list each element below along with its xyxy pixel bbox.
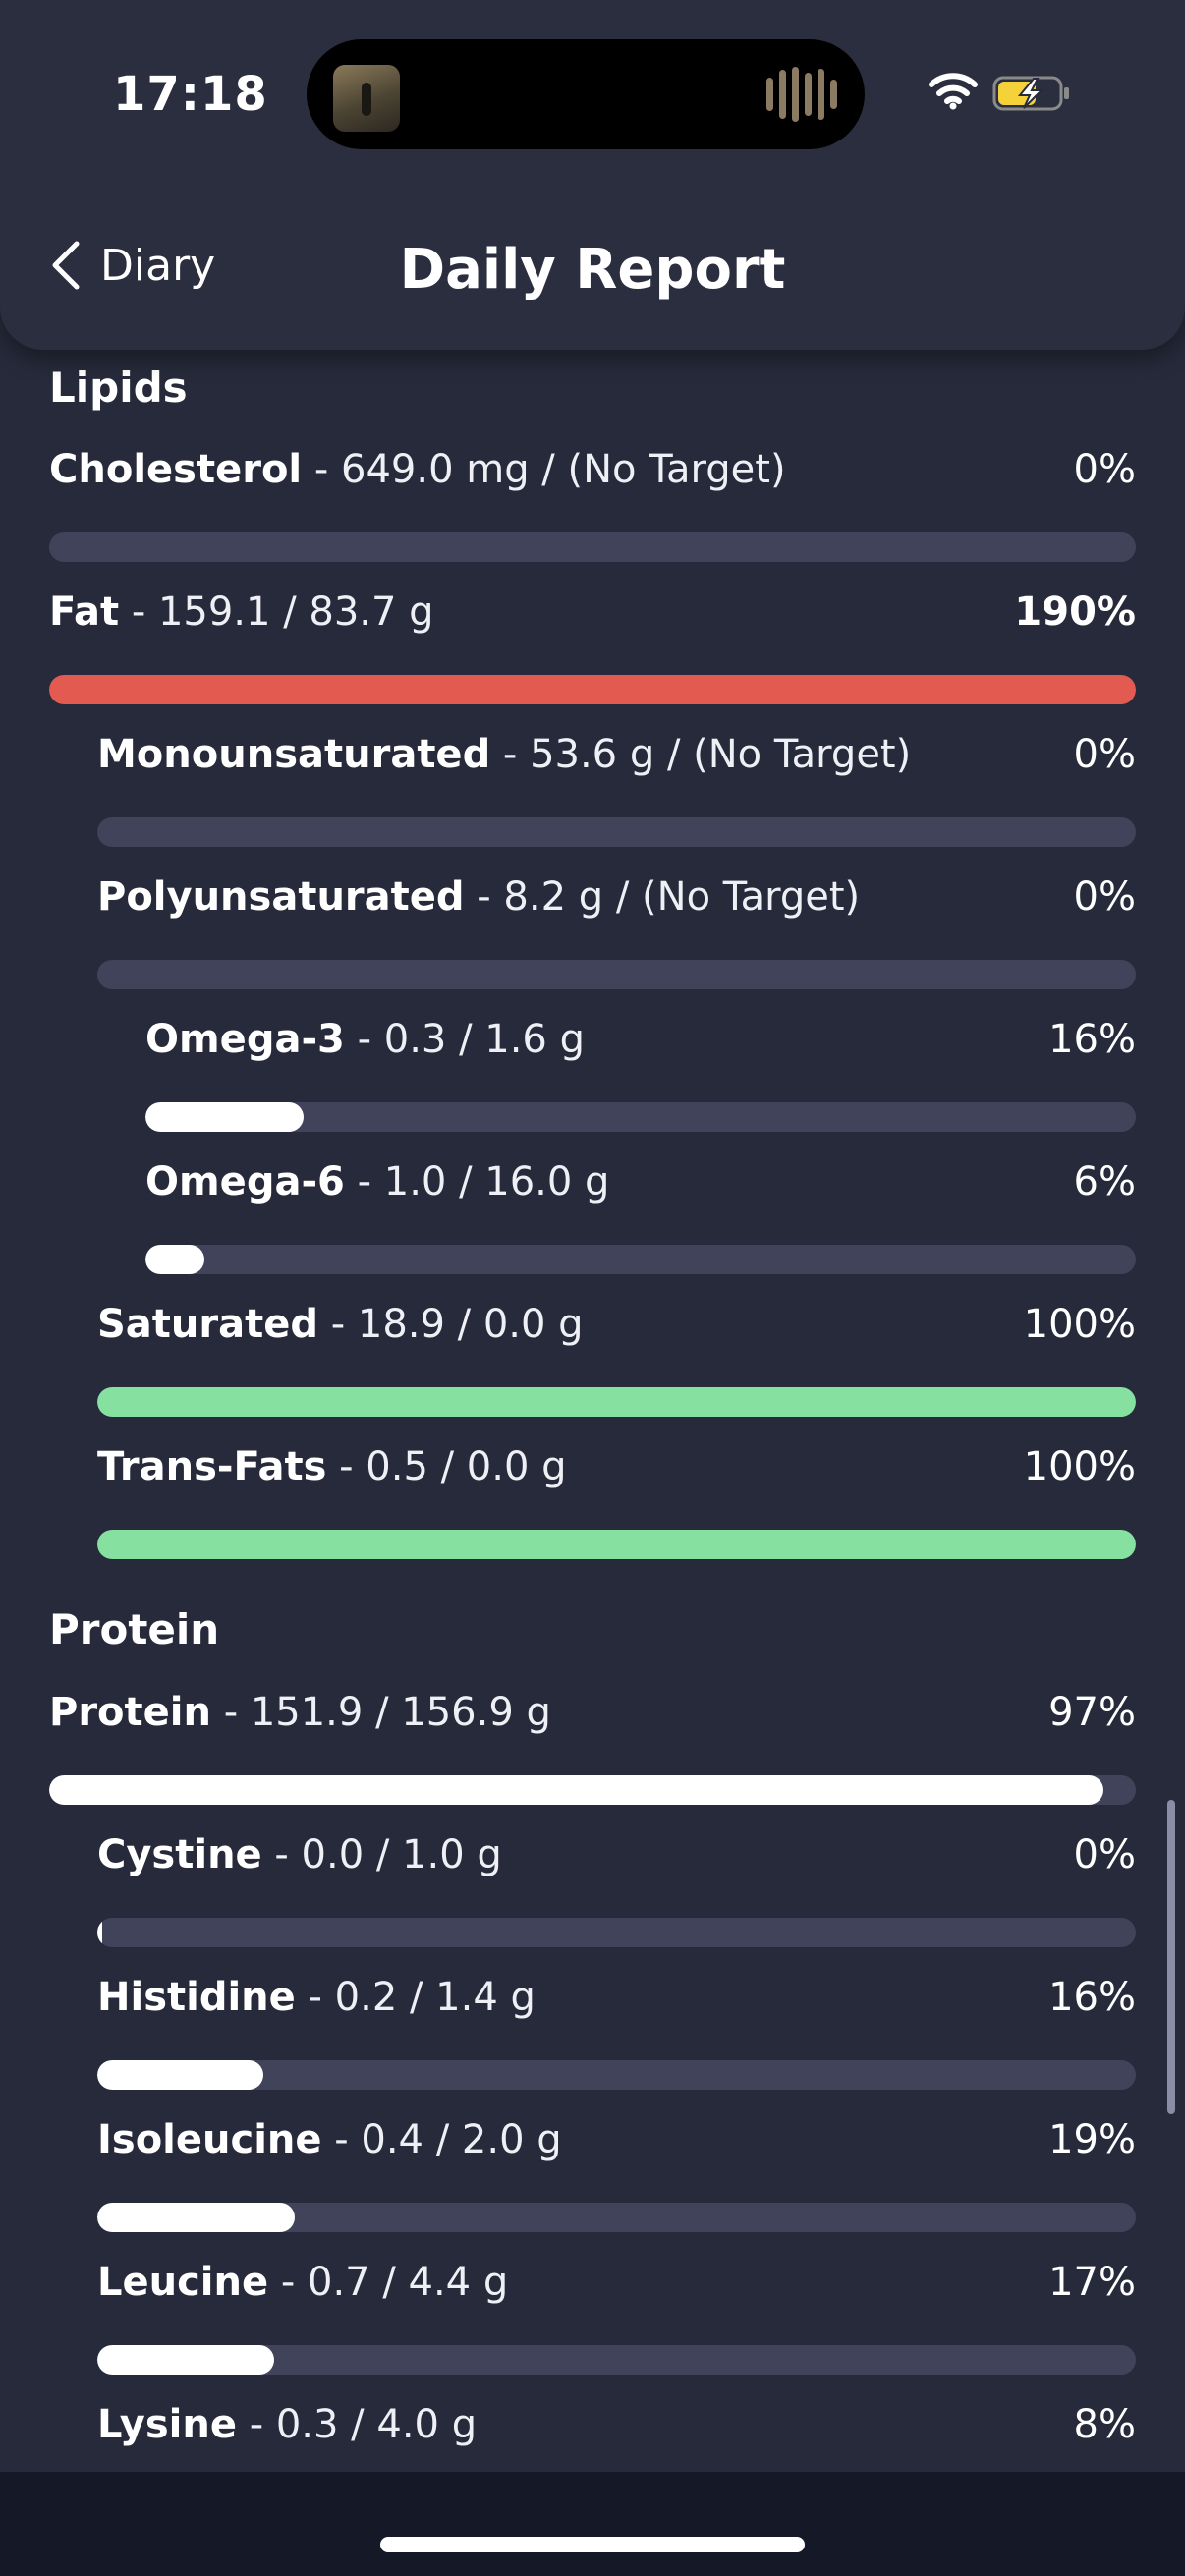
nutrient-value: - 0.3 / 1.6 g bbox=[357, 1017, 585, 1062]
nutrient-row-fat: Fat - 159.1 / 83.7 g 190% bbox=[49, 583, 1136, 704]
battery-charging-icon bbox=[992, 76, 1069, 111]
progress-track bbox=[97, 817, 1136, 847]
progress-track bbox=[97, 1918, 1136, 1947]
progress-track bbox=[97, 1387, 1136, 1417]
now-playing-thumbnail bbox=[333, 65, 400, 132]
nutrient-value: - 18.9 / 0.0 g bbox=[330, 1302, 584, 1347]
progress-fill bbox=[49, 675, 1136, 704]
nutrient-row-cystine: Cystine - 0.0 / 1.0 g 0% bbox=[97, 1825, 1136, 1947]
progress-track bbox=[145, 1102, 1136, 1132]
status-time: 17:18 bbox=[113, 67, 268, 122]
nutrient-percent: 0% bbox=[1073, 874, 1136, 920]
nutrient-percent: 16% bbox=[1048, 1975, 1136, 2020]
section-title-protein: Protein bbox=[49, 1605, 220, 1653]
nutrient-name: Trans-Fats bbox=[97, 1444, 327, 1489]
progress-track bbox=[145, 1245, 1136, 1274]
progress-fill bbox=[97, 1387, 1136, 1417]
report-list[interactable]: Lipids Cholesterol - 649.0 mg / (No Targ… bbox=[0, 350, 1185, 2472]
progress-track bbox=[97, 1530, 1136, 1559]
nutrient-row-saturated: Saturated - 18.9 / 0.0 g 100% bbox=[97, 1295, 1136, 1417]
progress-fill bbox=[145, 1102, 305, 1132]
nutrient-value: - 151.9 / 156.9 g bbox=[223, 1690, 551, 1735]
nutrient-name: Histidine bbox=[97, 1975, 296, 2020]
nutrient-name: Fat bbox=[49, 589, 120, 635]
progress-track bbox=[97, 2203, 1136, 2232]
nutrient-row-lysine: Lysine - 0.3 / 4.0 g 8% bbox=[97, 2395, 1136, 2472]
progress-fill bbox=[97, 1530, 1136, 1559]
progress-fill bbox=[49, 1775, 1103, 1805]
nutrient-value: - 0.2 / 1.4 g bbox=[308, 1975, 536, 2020]
bottom-safe-area bbox=[0, 2472, 1185, 2576]
progress-fill bbox=[97, 1918, 103, 1947]
nutrient-name: Cholesterol bbox=[49, 447, 303, 492]
nutrient-row-protein: Protein - 151.9 / 156.9 g 97% bbox=[49, 1683, 1136, 1805]
scrollbar[interactable] bbox=[1167, 1800, 1175, 2114]
nutrient-row-omega-6: Omega-6 - 1.0 / 16.0 g 6% bbox=[145, 1152, 1136, 1274]
nutrient-value: - 649.0 mg / (No Target) bbox=[313, 447, 786, 492]
progress-fill bbox=[97, 2060, 264, 2090]
nutrient-row-leucine: Leucine - 0.7 / 4.4 g 17% bbox=[97, 2253, 1136, 2375]
audio-waveform-icon bbox=[766, 67, 837, 122]
progress-track bbox=[97, 960, 1136, 989]
nutrient-percent: 17% bbox=[1048, 2260, 1136, 2305]
progress-fill bbox=[97, 2345, 274, 2375]
nutrient-value: - 53.6 g / (No Target) bbox=[502, 732, 912, 777]
wifi-icon bbox=[929, 73, 978, 110]
nutrient-name: Cystine bbox=[97, 1832, 262, 1877]
nutrient-row-cholesterol: Cholesterol - 649.0 mg / (No Target) 0% bbox=[49, 440, 1136, 562]
nutrient-name: Monounsaturated bbox=[97, 732, 491, 777]
nutrient-row-monounsaturated: Monounsaturated - 53.6 g / (No Target) 0… bbox=[97, 725, 1136, 847]
progress-track bbox=[49, 532, 1136, 562]
nutrient-name: Protein bbox=[49, 1690, 211, 1735]
nutrient-percent: 190% bbox=[1014, 589, 1136, 635]
nutrient-value: - 0.7 / 4.4 g bbox=[280, 2260, 509, 2305]
home-indicator[interactable] bbox=[380, 2537, 805, 2552]
nutrient-name: Leucine bbox=[97, 2260, 269, 2305]
nutrient-name: Isoleucine bbox=[97, 2117, 322, 2162]
nutrient-percent: 97% bbox=[1048, 1690, 1136, 1735]
progress-track bbox=[49, 1775, 1136, 1805]
nutrient-percent: 100% bbox=[1023, 1444, 1136, 1489]
progress-fill bbox=[97, 2203, 295, 2232]
progress-track bbox=[97, 2345, 1136, 2375]
nutrient-value: - 0.0 / 1.0 g bbox=[274, 1832, 502, 1877]
nutrient-row-trans-fats: Trans-Fats - 0.5 / 0.0 g 100% bbox=[97, 1437, 1136, 1559]
nutrient-row-polyunsaturated: Polyunsaturated - 8.2 g / (No Target) 0% bbox=[97, 868, 1136, 989]
progress-track bbox=[49, 675, 1136, 704]
section-title-lipids: Lipids bbox=[49, 364, 188, 412]
nutrient-percent: 6% bbox=[1073, 1159, 1136, 1204]
nutrient-percent: 0% bbox=[1073, 447, 1136, 492]
nutrient-percent: 0% bbox=[1073, 732, 1136, 777]
nutrient-percent: 0% bbox=[1073, 1832, 1136, 1877]
page-title: Daily Report bbox=[399, 238, 786, 302]
nutrient-row-histidine: Histidine - 0.2 / 1.4 g 16% bbox=[97, 1968, 1136, 2090]
nutrient-name: Omega-3 bbox=[145, 1017, 345, 1062]
nutrient-row-omega-3: Omega-3 - 0.3 / 1.6 g 16% bbox=[145, 1010, 1136, 1132]
nutrient-percent: 16% bbox=[1048, 1017, 1136, 1062]
header-bar: 17:18 Diary Daily Report bbox=[0, 0, 1185, 350]
nutrient-value: - 0.3 / 4.0 g bbox=[249, 2402, 478, 2447]
progress-track bbox=[97, 2060, 1136, 2090]
nutrient-name: Polyunsaturated bbox=[97, 874, 465, 920]
nutrient-value: - 0.5 / 0.0 g bbox=[339, 1444, 567, 1489]
nutrient-percent: 100% bbox=[1023, 1302, 1136, 1347]
nutrient-percent: 8% bbox=[1073, 2402, 1136, 2447]
progress-fill bbox=[145, 1245, 205, 1274]
nutrient-value: - 8.2 g / (No Target) bbox=[477, 874, 861, 920]
nutrient-value: - 159.1 / 83.7 g bbox=[131, 589, 434, 635]
nutrient-value: - 1.0 / 16.0 g bbox=[357, 1159, 610, 1204]
nutrient-name: Omega-6 bbox=[145, 1159, 345, 1204]
nutrient-row-isoleucine: Isoleucine - 0.4 / 2.0 g 19% bbox=[97, 2110, 1136, 2232]
dynamic-island[interactable] bbox=[307, 39, 865, 149]
status-bar: 17:18 bbox=[0, 0, 1185, 187]
nutrient-percent: 19% bbox=[1048, 2117, 1136, 2162]
nutrient-name: Saturated bbox=[97, 1302, 318, 1347]
nutrient-value: - 0.4 / 2.0 g bbox=[334, 2117, 562, 2162]
nutrient-name: Lysine bbox=[97, 2402, 237, 2447]
